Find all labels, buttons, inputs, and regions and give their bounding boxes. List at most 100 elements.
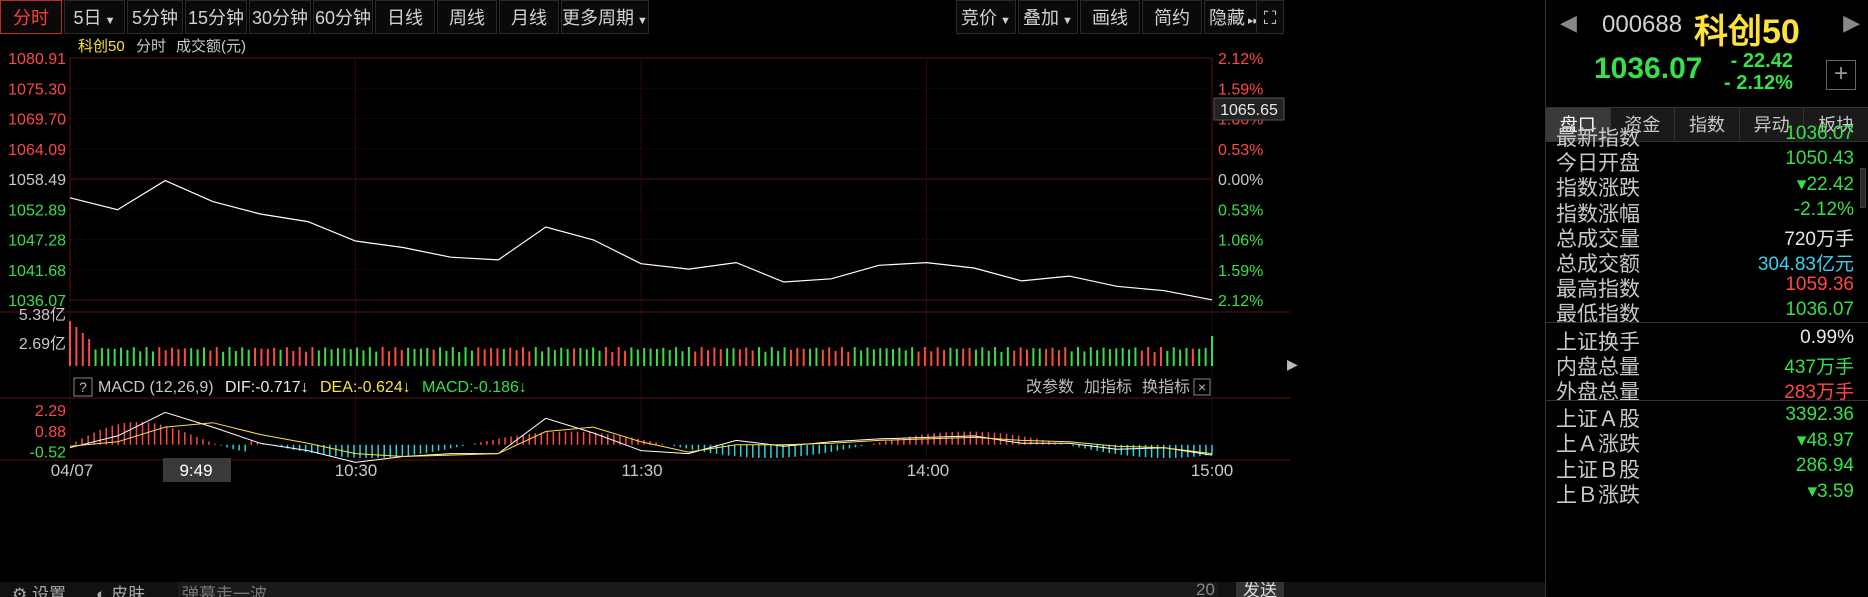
quote-number: 1036.07 xyxy=(1785,299,1854,321)
send-button[interactable]: 发送 xyxy=(1236,582,1284,597)
quote-number: 1059.36 xyxy=(1785,274,1854,296)
pct-tick-right: 2.12% xyxy=(1218,51,1263,68)
tool-button-2[interactable]: 画线 xyxy=(1080,0,1140,34)
period-label: 5日 xyxy=(73,8,102,28)
pct-tick-right: 0.53% xyxy=(1218,202,1263,219)
quote-label: 上Ｂ涨跌 xyxy=(1556,483,1640,507)
tool-label: 竞价 xyxy=(961,8,998,28)
quote-number: -2.12% xyxy=(1793,198,1854,220)
period-tab-0[interactable]: 分时 xyxy=(0,0,62,34)
period-tab-7[interactable]: 周线 xyxy=(437,0,497,34)
price-tick-left: 1075.30 xyxy=(8,81,66,98)
macd-value: MACD:-0.186↓ xyxy=(422,379,527,396)
macd-action-1[interactable]: 加指标 xyxy=(1084,378,1132,396)
macd-tick: 2.29 xyxy=(35,403,66,420)
quote-value: 1036.07 xyxy=(1785,299,1854,321)
stock-code: 000688 xyxy=(1602,11,1683,38)
quote-sidebar: ◀ 000688 科创50 ▶ 1036.07 - 22.42 - 2.12% … xyxy=(1545,0,1868,597)
settings-label: 设置 xyxy=(31,585,66,597)
time-label: 10:30 xyxy=(335,461,378,480)
prev-stock-icon[interactable]: ◀ xyxy=(1560,10,1577,36)
skin-button[interactable]: ◐ 皮肤 xyxy=(96,582,145,597)
tool-label: 简约 xyxy=(1154,8,1190,28)
pct-tick-right: 1.59% xyxy=(1218,263,1263,280)
quote-number: ▾22.42 xyxy=(1796,174,1854,196)
skin-label: 皮肤 xyxy=(111,585,145,597)
period-tab-5[interactable]: 60分钟 xyxy=(313,0,373,34)
period-label: 更多周期 xyxy=(562,8,635,28)
chart-index-name: 科创50 xyxy=(78,38,125,55)
quote-value: ▾3.59 xyxy=(1807,480,1854,503)
collapse-sidebar-handle[interactable]: ▶ xyxy=(1287,344,1298,384)
price-tick-left: 1080.91 xyxy=(8,51,66,68)
quote-number: ▾3.59 xyxy=(1807,480,1854,502)
quote-value: 1050.43 xyxy=(1785,148,1854,170)
quote-value: 3392.36 xyxy=(1785,404,1854,426)
chevron-down-icon: ▼ xyxy=(1000,15,1011,27)
next-stock-icon[interactable]: ▶ xyxy=(1843,10,1860,36)
period-tab-1[interactable]: 5日 ▼ xyxy=(64,0,125,34)
period-label: 月线 xyxy=(511,8,547,28)
period-tab-8[interactable]: 月线 xyxy=(499,0,559,34)
tool-button-0[interactable]: 竞价 ▼ xyxy=(956,0,1016,34)
price-tick-left: 1064.09 xyxy=(8,142,66,159)
period-tab-6[interactable]: 日线 xyxy=(375,0,435,34)
period-tab-2[interactable]: 5分钟 xyxy=(127,0,183,34)
quote-number: 286.94 xyxy=(1795,454,1854,476)
period-label: 15分钟 xyxy=(187,8,245,28)
time-label: 15:00 xyxy=(1191,461,1234,480)
quote-value: ▾22.42 xyxy=(1797,173,1854,196)
period-label: 日线 xyxy=(387,8,423,28)
stock-name: 科创50 xyxy=(1694,13,1800,51)
quote-number: 1050.43 xyxy=(1785,148,1854,170)
macd-action-2[interactable]: 换指标 xyxy=(1142,378,1190,396)
chevron-down-icon: ▼ xyxy=(637,15,648,27)
quote-number: 0.99% xyxy=(1800,326,1854,348)
settings-button[interactable]: ⚙ 设置 xyxy=(12,582,66,597)
pct-tick-right: 0.00% xyxy=(1218,172,1263,189)
period-label: 30分钟 xyxy=(251,8,309,28)
quote-number: 3392.36 xyxy=(1785,404,1854,426)
period-tab-4[interactable]: 30分钟 xyxy=(249,0,311,34)
quote-value: 1036.07 xyxy=(1785,123,1854,145)
quote-value: ▾48.97 xyxy=(1797,429,1854,452)
time-label: 04/07 xyxy=(51,461,94,480)
quote-row: 上Ｂ涨跌 ▾3.59 xyxy=(1546,477,1858,507)
pct-tick-right: 0.53% xyxy=(1218,142,1263,159)
macd-action-0[interactable]: 改参数 xyxy=(1026,378,1074,396)
chart-mode-label: 分时 xyxy=(136,38,166,55)
period-tab-9[interactable]: 更多周期 ▼ xyxy=(561,0,649,34)
quote-value: 1059.36 xyxy=(1785,274,1854,296)
period-label: 5分钟 xyxy=(131,8,178,28)
time-label: 11:30 xyxy=(621,461,662,480)
quote-number: 1036.07 xyxy=(1785,123,1854,144)
tool-button-3[interactable]: 简约 xyxy=(1142,0,1202,34)
price-tick-left: 1069.70 xyxy=(8,112,66,129)
period-tab-3[interactable]: 15分钟 xyxy=(185,0,247,34)
volume-tick: 2.69亿 xyxy=(19,335,66,353)
fullscreen-icon[interactable]: ⛶ xyxy=(1256,0,1284,34)
add-watchlist-button[interactable]: + xyxy=(1826,60,1856,90)
crosshair-value: 1065.65 xyxy=(1220,102,1278,119)
macd-tick: 0.88 xyxy=(35,424,66,441)
tool-button-1[interactable]: 叠加 ▼ xyxy=(1018,0,1078,34)
chevron-down-icon: ▼ xyxy=(104,15,116,27)
tool-label: 画线 xyxy=(1092,8,1128,28)
danmaku-placeholder: 弹幕走一波 xyxy=(182,585,267,597)
macd-title: MACD (12,26,9) xyxy=(98,379,214,396)
tool-label: 隐藏 xyxy=(1208,8,1245,28)
tool-button-4[interactable]: 隐藏 ▸▸ xyxy=(1204,0,1264,34)
pct-tick-right: 2.12% xyxy=(1218,293,1263,310)
sidebar-scrollbar[interactable] xyxy=(1860,168,1866,208)
macd-dea: DEA:-0.624↓ xyxy=(320,379,411,396)
price-change: - 22.42 - 2.12% xyxy=(1724,50,1793,94)
chevron-down-icon: ▼ xyxy=(1062,15,1073,27)
intraday-chart[interactable]: 科创50 分时 成交额(元) 1080.91 2.12% 1075.30 1.59% 1069… xyxy=(0,34,1290,582)
quote-header: ◀ 000688 科创50 ▶ 1036.07 - 22.42 - 2.12% … xyxy=(1546,0,1868,108)
period-label: 周线 xyxy=(449,8,485,28)
volume-tick: 5.38亿 xyxy=(19,306,66,324)
danmaku-input[interactable]: 弹幕走一波 xyxy=(178,582,1218,597)
quote-value: -2.12% xyxy=(1794,199,1854,221)
time-label: 9:49 xyxy=(179,461,212,480)
help-glyph: ? xyxy=(79,379,87,395)
